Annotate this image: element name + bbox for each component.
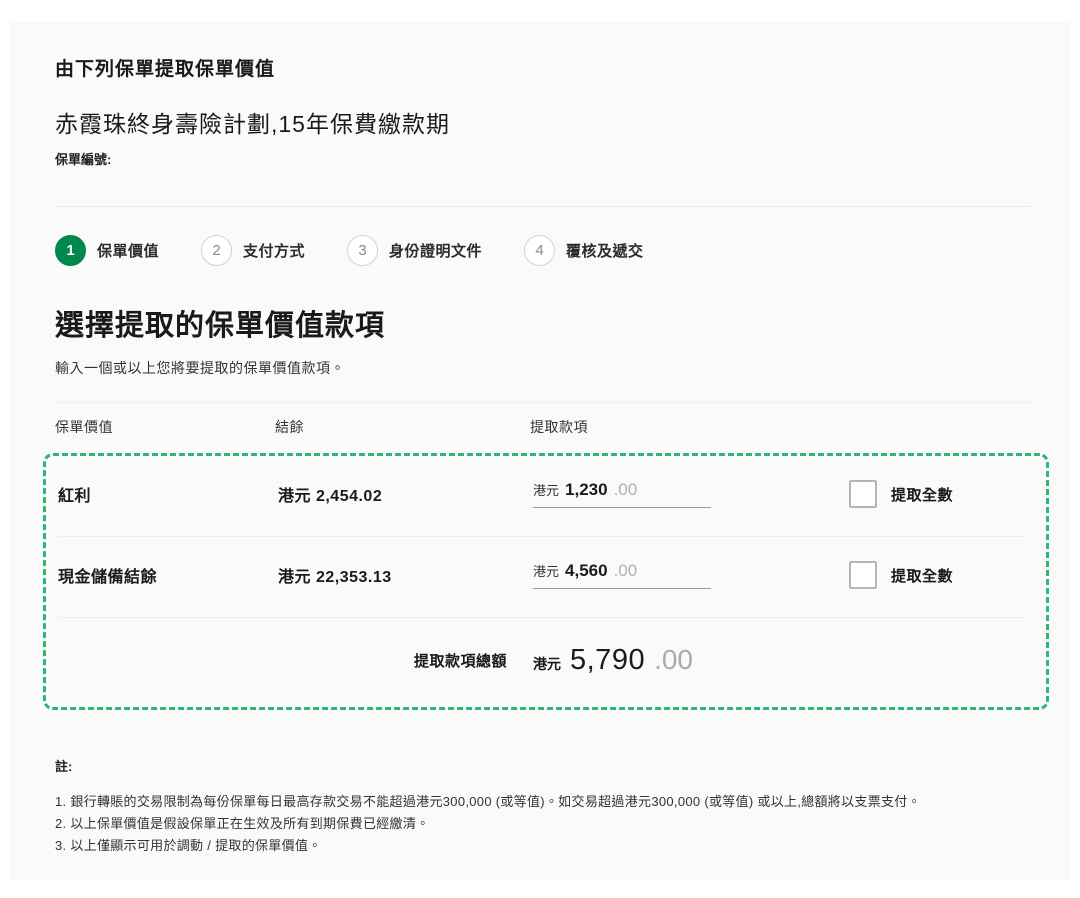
- step-2-circle: 2: [201, 235, 232, 266]
- step-policy-value[interactable]: 1 保單價值: [55, 235, 159, 266]
- withdraw-all-label: 提取全數: [891, 484, 953, 505]
- withdrawal-panel: 由下列保單提取保單價值 赤霞珠終身壽險計劃,15年保費繳款期 保單編號: 1 保…: [10, 22, 1070, 880]
- amount-whole: 4,560: [565, 561, 608, 581]
- row-name: 紅利: [58, 482, 278, 506]
- total-label: 提取款項總額: [278, 650, 533, 671]
- page-subtitle: 輸入一個或以上您將要提取的保單價值款項。: [55, 358, 1035, 378]
- withdrawal-selection-box: 紅利 港元 2,454.02 港元 1,230 .00 提取全數 現金儲備結餘 …: [43, 453, 1049, 710]
- step-1-circle: 1: [55, 235, 86, 266]
- step-3-circle: 3: [347, 235, 378, 266]
- step-identity-documents[interactable]: 3 身份證明文件: [347, 235, 482, 266]
- note-item: 2. 以上保單價值是假設保單正在生效及所有到期保費已經繳清。: [55, 813, 1035, 835]
- total-row: 提取款項總額 港元 5,790 .00: [58, 617, 1026, 707]
- row-balance: 港元 22,353.13: [278, 563, 533, 587]
- withdraw-amount-input[interactable]: 港元 1,230 .00: [533, 480, 711, 508]
- policy-number-label: 保單編號:: [55, 149, 1035, 168]
- amount-decimal: .00: [614, 561, 638, 581]
- column-header-policy-value: 保單價值: [55, 417, 275, 437]
- total-currency: 港元: [533, 654, 561, 674]
- total-whole: 5,790: [570, 644, 645, 677]
- notes-title: 註:: [55, 756, 1035, 775]
- table-row-cash-reserve: 現金儲備結餘 港元 22,353.13 港元 4,560 .00 提取全數: [58, 536, 1026, 617]
- amount-whole: 1,230: [565, 480, 608, 500]
- table-row-dividend: 紅利 港元 2,454.02 港元 1,230 .00 提取全數: [58, 456, 1026, 536]
- step-3-label: 身份證明文件: [389, 240, 482, 261]
- column-header-withdrawal-amount: 提取款項: [530, 417, 840, 437]
- step-2-label: 支付方式: [243, 240, 305, 261]
- withdraw-all-checkbox[interactable]: [849, 480, 877, 508]
- notes-section: 註: 1. 銀行轉賬的交易限制為每份保單每日最高存款交易不能超過港元300,00…: [55, 756, 1035, 857]
- plan-name: 赤霞珠終身壽險計劃,15年保費繳款期: [55, 105, 1035, 139]
- withdraw-all-checkbox[interactable]: [849, 561, 877, 589]
- note-item: 1. 銀行轉賬的交易限制為每份保單每日最高存款交易不能超過港元300,000 (…: [55, 791, 1035, 813]
- step-payment-method[interactable]: 2 支付方式: [201, 235, 305, 266]
- row-name: 現金儲備結餘: [58, 563, 278, 587]
- withdraw-amount-input[interactable]: 港元 4,560 .00: [533, 561, 711, 589]
- step-1-label: 保單價值: [97, 240, 159, 261]
- progress-stepper: 1 保單價值 2 支付方式 3 身份證明文件 4 覆核及遞交: [55, 235, 1035, 266]
- withdraw-all-label: 提取全數: [891, 565, 953, 586]
- note-item: 3. 以上僅顯示可用於調動 / 提取的保單價值。: [55, 835, 1035, 857]
- total-decimal: .00: [654, 644, 693, 676]
- page-title: 選擇提取的保單價值款項: [55, 302, 1035, 344]
- step-review-submit[interactable]: 4 覆核及遞交: [524, 235, 644, 266]
- step-4-label: 覆核及遞交: [566, 240, 644, 261]
- total-amount: 港元 5,790 .00: [533, 644, 693, 677]
- header-divider: [55, 206, 1030, 207]
- currency-prefix: 港元: [533, 480, 559, 499]
- step-4-circle: 4: [524, 235, 555, 266]
- table-header-row: 保單價值 結餘 提取款項: [55, 402, 1035, 453]
- notes-list: 1. 銀行轉賬的交易限制為每份保單每日最高存款交易不能超過港元300,000 (…: [55, 791, 1035, 857]
- amount-decimal: .00: [614, 480, 638, 500]
- row-balance: 港元 2,454.02: [278, 482, 533, 506]
- section-title: 由下列保單提取保單價值: [55, 54, 1035, 81]
- column-header-balance: 結餘: [275, 417, 530, 437]
- currency-prefix: 港元: [533, 561, 559, 580]
